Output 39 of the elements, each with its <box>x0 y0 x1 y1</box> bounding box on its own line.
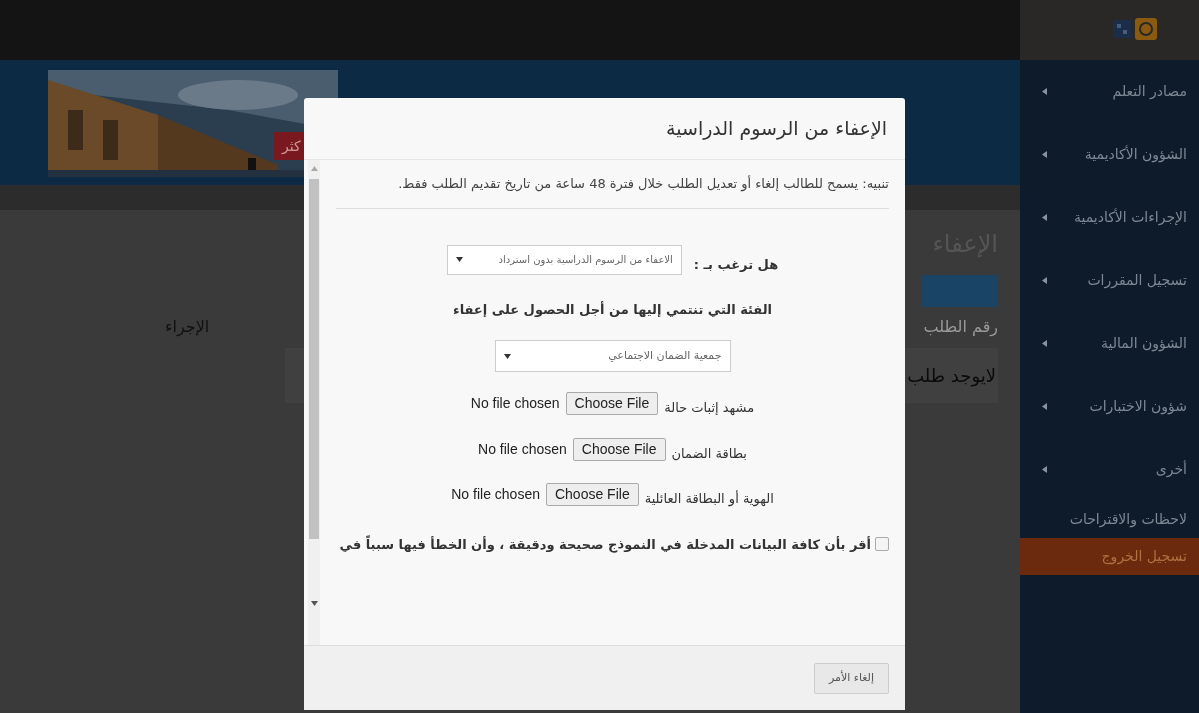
arrow-icon <box>1042 277 1047 284</box>
category-select[interactable]: جمعية الضمان الاجتماعي <box>494 340 731 372</box>
sidebar-item[interactable]: أخرى <box>1020 438 1199 501</box>
field-label: الفئة التي تنتمي إليها من أجل الحصول على إعفاء <box>453 300 773 319</box>
dropdown-arrow-icon <box>503 353 511 359</box>
arrow-icon <box>1042 466 1047 473</box>
arrow-icon <box>1042 403 1047 410</box>
arrow-icon <box>1042 340 1047 347</box>
file-status: No file chosen <box>451 485 540 505</box>
sidebar-item[interactable]: شؤون الاختبارات <box>1020 375 1199 438</box>
arrow-icon <box>1042 151 1047 158</box>
sidebar-item[interactable]: مصادر التعلم <box>1020 60 1199 123</box>
file-status: No file chosen <box>478 439 567 459</box>
arrow-icon <box>1042 214 1047 221</box>
file-status: No file chosen <box>470 394 560 414</box>
sidebar-item[interactable]: الشؤون المالية <box>1020 312 1199 375</box>
arrow-icon <box>1042 88 1047 95</box>
sidebar-item[interactable]: الإجراءات الأكاديمية <box>1020 186 1199 249</box>
notice-text: تنبيه: يسمح للطالب إلغاء أو تعديل الطلب خلال فترة 48 ساعة من تاريخ تقديم الطلب فقط. <box>336 174 889 209</box>
field-label: هل ترغب بـ : <box>693 255 779 274</box>
choose-file-button[interactable]: Choose File <box>565 392 659 416</box>
file-label: مشهد إثبات حالة <box>664 399 755 417</box>
sidebar-item[interactable]: لاحظات والاقتراحات <box>1020 501 1199 538</box>
dropdown-arrow-icon <box>455 257 463 262</box>
cancel-button[interactable]: إلغاء الأمر <box>813 662 889 694</box>
declaration-checkbox[interactable] <box>875 537 889 552</box>
file-label: الهوية أو البطاقة العائلية <box>644 489 774 509</box>
request-type-select[interactable]: الاعفاء من الرسوم الدراسية بدون استرداد <box>446 244 682 275</box>
scroll-down-icon[interactable] <box>310 601 318 606</box>
dialog-title: الإعفاء من الرسوم الدراسية <box>666 116 887 142</box>
sidebar-item[interactable]: تسجيل الخروج <box>1020 538 1199 575</box>
choose-file-button[interactable]: Choose File <box>572 437 666 461</box>
sidebar-item[interactable]: تسجيل المقررات <box>1020 249 1199 312</box>
declaration-text: أقر بأن كافة البيانات المدخلة في النموذج صحيحة ودقيقة ، وأن الخطأ فيها سبباً في <box>339 534 871 554</box>
column-header: رقم الطلب <box>923 316 998 339</box>
choose-file-button[interactable]: Choose File <box>545 483 639 507</box>
sidebar-item[interactable]: الشؤون الأكاديمية <box>1020 123 1199 186</box>
scrollbar-thumb[interactable] <box>309 179 319 539</box>
file-label: بطاقة الضمان <box>671 444 747 463</box>
